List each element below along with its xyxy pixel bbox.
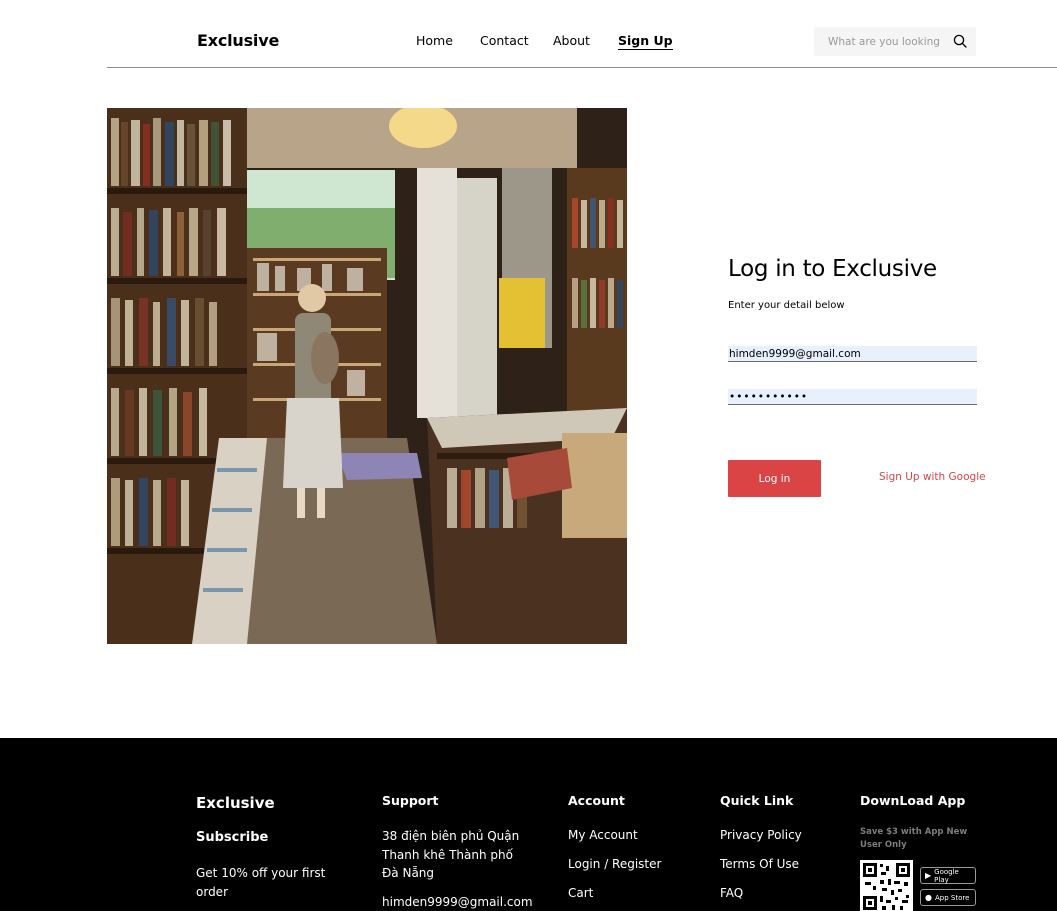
app-store-button[interactable]: ● App Store — [920, 889, 976, 906]
footer-link-privacy[interactable]: Privacy Policy — [720, 828, 802, 842]
footer-link-my-account[interactable]: My Account — [568, 828, 638, 842]
footer-link-terms[interactable]: Terms Of Use — [720, 857, 799, 871]
login-button[interactable]: Log in — [728, 460, 821, 497]
header: Exclusive Home Contact About Sign Up — [0, 0, 1057, 68]
bookstore-image — [107, 108, 627, 644]
search-input[interactable] — [814, 27, 949, 56]
nav-contact[interactable]: Contact — [480, 33, 529, 48]
footer-link-cart[interactable]: Cart — [568, 886, 593, 900]
app-store-label: App Store — [934, 893, 970, 902]
footer-brand: Exclusive — [196, 794, 275, 812]
bookstore-illustration — [107, 108, 627, 644]
nav-signup[interactable]: Sign Up — [618, 33, 673, 50]
footer-address: 38 điện biên phủ Quận Thanh khê Thành ph… — [382, 829, 520, 880]
search-box — [814, 27, 976, 56]
logo[interactable]: Exclusive — [197, 31, 279, 50]
nav-home[interactable]: Home — [416, 33, 453, 48]
footer-link-faq[interactable]: FAQ — [720, 886, 743, 900]
footer-app-promo: Save $3 with App New User Only — [860, 827, 968, 850]
nav-about[interactable]: About — [553, 33, 590, 48]
footer-subscribe-title: Subscribe — [196, 830, 269, 845]
email-field[interactable] — [728, 346, 977, 362]
header-divider — [107, 67, 1057, 68]
footer-app-title: DownLoad App — [860, 793, 966, 808]
qr-code — [860, 860, 913, 911]
google-play-label: Google Play — [934, 867, 959, 884]
search-icon[interactable] — [953, 34, 967, 48]
password-field[interactable] — [728, 389, 977, 405]
google-signup-link[interactable]: Sign Up with Google — [879, 471, 986, 483]
footer: Exclusive Subscribe Get 10% off your fir… — [0, 738, 1057, 911]
footer-account-title: Account — [568, 793, 625, 808]
apple-icon: ● — [925, 893, 932, 902]
google-play-icon: ▶ — [925, 871, 932, 880]
login-subtitle: Enter your detail below — [728, 300, 845, 311]
footer-quicklink-title: Quick Link — [720, 793, 794, 808]
footer-link-login-register[interactable]: Login / Register — [568, 857, 661, 871]
footer-offer-text: Get 10% off your first order — [196, 866, 326, 899]
footer-email: himden9999@gmail.com — [382, 895, 533, 909]
footer-support-title: Support — [382, 793, 439, 808]
login-title: Log in to Exclusive — [728, 256, 937, 282]
google-play-button[interactable]: ▶ Google Play — [920, 867, 976, 884]
